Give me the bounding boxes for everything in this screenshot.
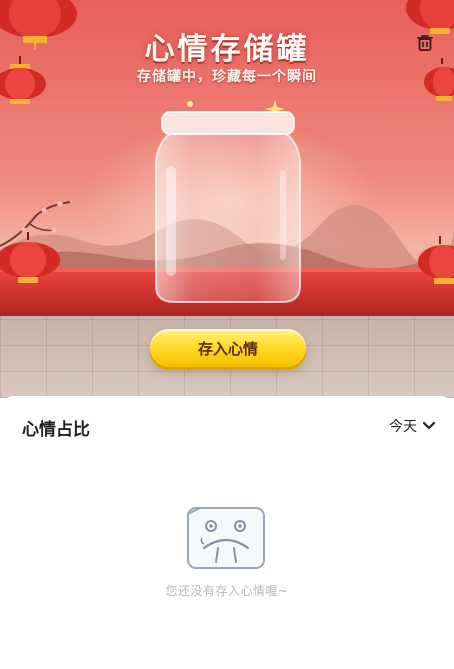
empty-state-text: 您还没有存入心情喔~ xyxy=(165,584,289,598)
hero-banner: 心情存储罐 存储罐中，珍藏每一个瞬间 存入心情 xyxy=(0,0,454,398)
chevron-down-icon xyxy=(422,421,436,430)
trash-icon xyxy=(417,35,433,51)
panel-title: 心情占比 xyxy=(22,420,90,440)
lantern-icon xyxy=(418,236,454,284)
period-selector[interactable]: 今天 xyxy=(389,416,436,436)
save-mood-button[interactable]: 存入心情 xyxy=(150,329,306,367)
delete-button[interactable] xyxy=(412,30,438,56)
period-label: 今天 xyxy=(389,419,417,435)
plum-branch xyxy=(0,201,71,247)
sad-box-icon xyxy=(187,507,265,569)
page-subtitle: 存储罐中，珍藏每一个瞬间 xyxy=(137,69,317,85)
page-title: 心情存储罐 xyxy=(144,32,310,67)
mood-jar[interactable] xyxy=(148,104,308,308)
